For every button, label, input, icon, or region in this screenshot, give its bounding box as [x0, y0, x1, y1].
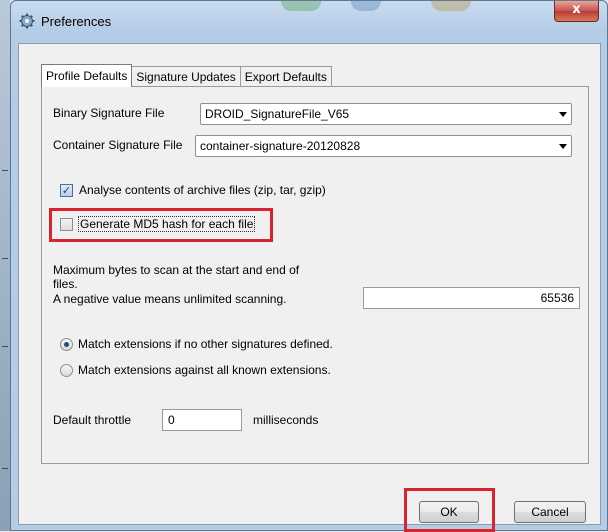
background-toolbar-glimpse [431, 1, 471, 11]
container-signature-label: Container Signature File [53, 138, 183, 152]
gear-icon [19, 13, 35, 29]
container-signature-value: container-signature-20120828 [200, 139, 361, 153]
tab-profile-defaults[interactable]: Profile Defaults [41, 64, 133, 87]
ok-button[interactable]: OK [419, 501, 479, 523]
background-tick [2, 468, 8, 469]
match-extensions-all-known-label: Match extensions against all known exten… [78, 363, 331, 377]
max-bytes-label-line3: A negative value means unlimited scannin… [53, 292, 287, 306]
background-tick [2, 258, 8, 259]
generate-md5-text: Generate MD5 hash for each file [78, 216, 256, 232]
tab-strip: Profile Defaults Signature Updates Expor… [41, 64, 332, 87]
match-extensions-if-no-signatures-label: Match extensions if no other signatures … [78, 337, 333, 351]
max-bytes-label-line1: Maximum bytes to scan at the start and e… [53, 263, 300, 277]
binary-signature-select[interactable]: DROID_SignatureFile_V65 [200, 103, 572, 125]
max-bytes-label-line2: files. [53, 277, 78, 291]
container-signature-select[interactable]: container-signature-20120828 [195, 135, 572, 157]
chevron-down-icon [559, 112, 567, 117]
profile-defaults-panel: Binary Signature File DROID_SignatureFil… [41, 86, 589, 464]
default-throttle-label: Default throttle [53, 413, 132, 427]
tab-export-defaults[interactable]: Export Defaults [239, 66, 332, 87]
throttle-unit-label: milliseconds [253, 413, 319, 427]
title-bar[interactable]: Preferences x [11, 1, 607, 43]
cancel-button[interactable]: Cancel [514, 501, 586, 523]
background-toolbar-glimpse [281, 1, 321, 11]
analyse-archives-label: Analyse contents of archive files (zip, … [79, 183, 326, 197]
generate-md5-label: Generate MD5 hash for each file [78, 216, 256, 232]
close-button[interactable]: x [554, 1, 599, 22]
dialog-client-area: Profile Defaults Signature Updates Expor… [18, 43, 601, 532]
background-app-strip [0, 0, 10, 531]
tab-signature-updates[interactable]: Signature Updates [131, 66, 241, 87]
background-tick [2, 170, 8, 171]
binary-signature-label: Binary Signature File [53, 106, 165, 120]
generate-md5-checkbox[interactable] [60, 218, 73, 231]
match-extensions-if-no-signatures-radio[interactable] [60, 338, 73, 351]
background-tick [2, 346, 8, 347]
chevron-down-icon [559, 144, 567, 149]
default-throttle-input[interactable]: 0 [162, 409, 242, 431]
max-bytes-input[interactable]: 65536 [363, 287, 580, 309]
preferences-dialog: Preferences x Profile Defaults Signature… [10, 0, 608, 532]
background-toolbar-glimpse [351, 1, 381, 11]
window-title: Preferences [41, 14, 112, 29]
binary-signature-value: DROID_SignatureFile_V65 [205, 107, 350, 121]
analyse-archives-checkbox[interactable]: ✓ [60, 184, 73, 197]
match-extensions-all-known-radio[interactable] [60, 364, 73, 377]
